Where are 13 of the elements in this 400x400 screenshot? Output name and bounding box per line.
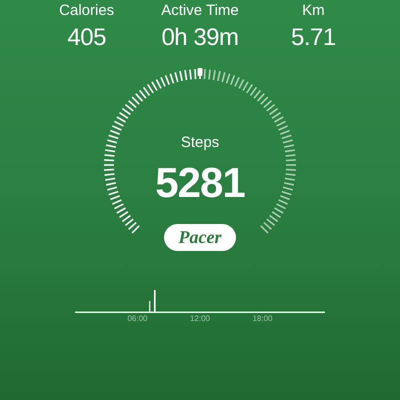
stat-label: Calories [59,1,114,21]
stat-value: 0h 39m [161,23,239,53]
steps-count: 5281 [155,159,245,207]
stat-value: 405 [67,23,106,53]
progress-marker [198,68,202,76]
hour-label: 12:00 [190,313,210,325]
stat-label: Active Time [161,1,239,21]
stat-value: 5.71 [290,23,336,53]
pacer-logo: Pacer [164,224,236,251]
hour-label: 06:00 [127,313,148,325]
stat-label: Km [302,1,325,21]
hour-label: 18:00 [252,313,273,325]
steps-label: Steps [180,133,220,153]
